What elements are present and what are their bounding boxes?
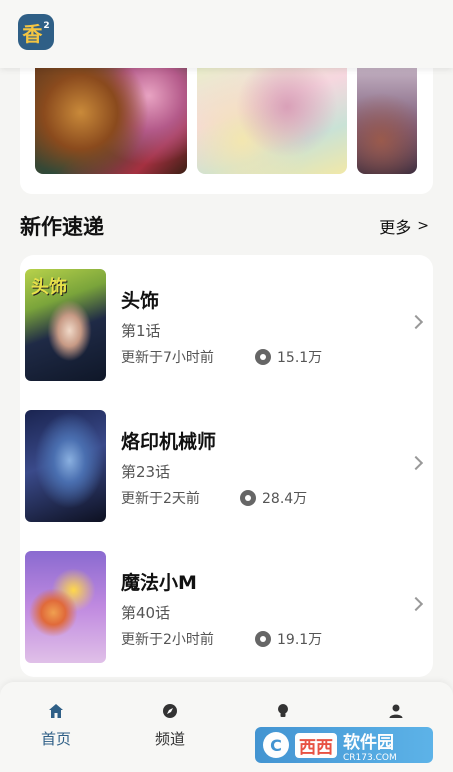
- eye-icon: [255, 631, 271, 647]
- chevron-right-icon: [408, 455, 424, 471]
- view-count: 15.1万: [255, 347, 322, 367]
- banner-image[interactable]: [35, 62, 187, 174]
- list-item[interactable]: 头饰 头饰 第1话 更新于7小时前 15.1万: [20, 255, 433, 381]
- comic-chapter: 第40话: [121, 604, 171, 622]
- update-time: 更新于7小时前: [121, 350, 214, 366]
- section-title: 新作速递: [20, 215, 104, 239]
- cover-title-art: 头饰: [31, 277, 67, 298]
- watermark-logo: C 西西 软件园 CR173.COM: [255, 727, 433, 763]
- logo-superscript: 2: [43, 21, 50, 31]
- watermark-icon: C: [263, 732, 289, 758]
- comic-title: 魔法小M: [121, 572, 197, 594]
- comic-chapter: 第23话: [121, 463, 171, 481]
- view-count-value: 28.4万: [262, 491, 308, 507]
- watermark-title: 软件园: [343, 732, 394, 753]
- banner-image[interactable]: [197, 62, 347, 174]
- bulb-icon: [274, 702, 292, 720]
- comic-title: 头饰: [121, 290, 160, 312]
- logo-text: 香: [22, 21, 43, 46]
- more-label: 更多: [379, 218, 412, 237]
- view-count-value: 19.1万: [277, 632, 323, 648]
- tab-label: 首页: [40, 730, 71, 748]
- chevron-right-icon: >: [417, 218, 429, 234]
- comic-cover[interactable]: [25, 410, 106, 522]
- view-count: 28.4万: [240, 488, 307, 508]
- watermark-subtitle: CR173.COM: [343, 752, 397, 763]
- banner-image[interactable]: [357, 62, 417, 174]
- update-time: 更新于2小时前: [121, 632, 214, 648]
- comic-chapter: 第1话: [121, 322, 161, 340]
- user-icon: [387, 702, 405, 720]
- list-item[interactable]: 烙印机械师 第23话 更新于2天前 28.4万: [20, 396, 433, 522]
- tab-channel[interactable]: 频道: [130, 702, 210, 749]
- home-icon: [47, 702, 65, 720]
- tab-home[interactable]: 首页: [16, 702, 96, 749]
- watermark-brand: 西西: [295, 732, 337, 758]
- comic-cover[interactable]: [25, 551, 106, 663]
- app-header: 香2: [0, 0, 453, 68]
- eye-icon: [240, 490, 256, 506]
- tab-label: 频道: [154, 730, 185, 748]
- chevron-right-icon: [408, 314, 424, 330]
- chevron-right-icon: [408, 596, 424, 612]
- comic-cover[interactable]: 头饰: [25, 269, 106, 381]
- banner-carousel[interactable]: [20, 62, 433, 194]
- view-count-value: 15.1万: [277, 350, 323, 366]
- view-count: 19.1万: [255, 629, 322, 649]
- app-logo[interactable]: 香2: [18, 14, 54, 50]
- watermark-text: 软件园 CR173.COM: [343, 728, 397, 763]
- comic-title: 烙印机械师: [121, 431, 217, 453]
- update-time: 更新于2天前: [121, 491, 200, 507]
- list-item[interactable]: 魔法小M 第40话 更新于2小时前 19.1万: [20, 537, 433, 663]
- new-release-list: 头饰 头饰 第1话 更新于7小时前 15.1万 烙印机械师 第23话 更新于2天…: [20, 255, 433, 677]
- eye-icon: [255, 349, 271, 365]
- tab-discover[interactable]: [243, 702, 323, 728]
- more-button[interactable]: 更多 >: [379, 214, 429, 238]
- tab-profile[interactable]: [356, 702, 436, 728]
- compass-icon: [161, 702, 179, 720]
